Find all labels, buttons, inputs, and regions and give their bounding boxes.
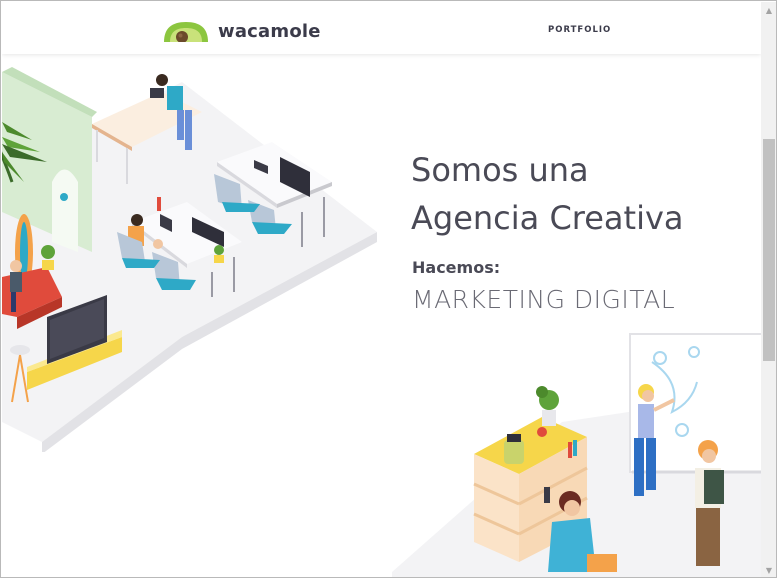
hero-service-text: MARKETING DIGITAL (412, 285, 676, 314)
vertical-scrollbar[interactable]: ▲ ▼ (761, 2, 776, 577)
avocado-logo-icon (164, 22, 208, 42)
scrollbar-thumb[interactable] (763, 139, 775, 361)
hero-title: Somos una Agencia Creativa (411, 146, 751, 242)
office-illustration (2, 67, 377, 452)
triangle-up-icon[interactable]: ▲ (761, 2, 776, 18)
site-logo[interactable]: wacamole (162, 18, 321, 44)
team-illustration (392, 333, 761, 577)
page-viewport: wacamole PORTFOLIO Somos una Agencia Cre… (2, 2, 761, 577)
logo-wordmark: wacamole (218, 20, 321, 42)
hero-title-line-1: Somos una (411, 151, 589, 189)
hero-title-line-2: Agencia Creativa (411, 199, 684, 237)
site-header: wacamole PORTFOLIO (2, 2, 761, 54)
browser-frame: wacamole PORTFOLIO Somos una Agencia Cre… (0, 0, 777, 578)
hero-subtitle: Hacemos: (412, 258, 501, 277)
nav-portfolio-link[interactable]: PORTFOLIO (548, 25, 611, 35)
triangle-down-icon[interactable]: ▼ (761, 562, 776, 577)
